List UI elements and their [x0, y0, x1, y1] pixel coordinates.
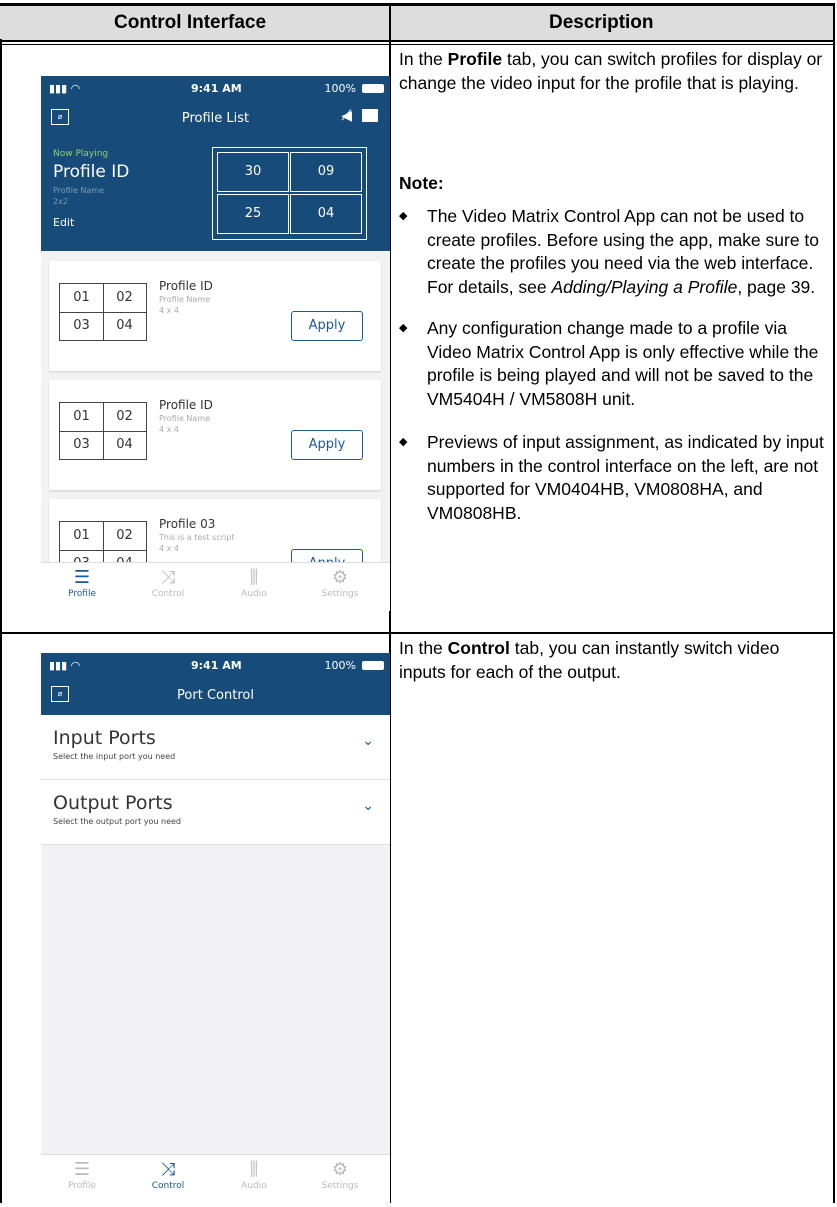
card-cell: 04: [116, 437, 133, 452]
tab-bar: ☰ Profile ⤨ Control ⫼ Audio ⚙ Settings: [41, 562, 390, 611]
gear-icon: ⚙: [331, 1159, 349, 1180]
table-right-border: [833, 3, 835, 1203]
current-profile-name: Profile Name: [53, 186, 105, 195]
preview-cell: 30: [217, 152, 289, 192]
output-ports-section[interactable]: Output Ports Select the output port you …: [41, 780, 390, 845]
edit-button[interactable]: Edit: [53, 216, 74, 229]
nav-title: Profile List: [181, 111, 250, 126]
input-ports-section[interactable]: Input Ports Select the input port you ne…: [41, 715, 390, 780]
signal-icon: ▮▮▮ ◠: [49, 659, 81, 672]
card-title: Profile ID: [159, 279, 213, 293]
battery-icon: [362, 661, 384, 670]
section-subtitle: Select the output port you need: [53, 817, 181, 826]
current-profile-id: Profile ID: [53, 162, 130, 182]
card-preview-grid: 01 02 03 04: [59, 283, 147, 341]
card-cell: 01: [60, 403, 104, 432]
chevron-down-icon[interactable]: ⌄: [362, 733, 374, 749]
list-icon: ☰: [73, 1159, 91, 1180]
current-layout: 2x2: [53, 197, 68, 206]
battery-icon: [362, 84, 384, 93]
list-icon: ☰: [73, 567, 91, 588]
tab-settings[interactable]: ⚙ Settings: [305, 567, 375, 599]
tab-audio[interactable]: ⫼ Audio: [219, 1159, 289, 1191]
card-subtitle: Profile Name: [159, 295, 211, 304]
section-subtitle: Select the input port you need: [53, 752, 176, 761]
profile-list-screenshot: ▮▮▮ ◠ 9:41 AM 100% ⌀ Profile List ◀̸ Now…: [41, 76, 390, 611]
chevron-down-icon[interactable]: ⌄: [362, 798, 374, 814]
card-cell: 01: [60, 284, 104, 313]
preview-cell: 04: [290, 194, 362, 234]
port-control-screenshot: ▮▮▮ ◠ 9:41 AM 100% ⌀ Port Control Input …: [41, 653, 390, 1203]
gear-icon: ⚙: [331, 567, 349, 588]
status-time: 9:41 AM: [191, 82, 242, 95]
profile-card[interactable]: 01 02 03 04 Profile ID Profile Name 4 x …: [49, 261, 381, 371]
table-header: Control Interface Description: [0, 3, 834, 42]
profile-description: In the Profile tab, you can switch profi…: [399, 49, 823, 93]
status-bar: ▮▮▮ ◠ 9:41 AM 100%: [41, 653, 390, 679]
tab-audio[interactable]: ⫼ Audio: [219, 567, 289, 599]
apply-button[interactable]: Apply: [291, 430, 363, 460]
shuffle-icon: ⤨: [160, 1159, 176, 1180]
current-preview-grid: 30 09 25 04: [212, 147, 367, 240]
card-size: 4 x 4: [159, 544, 179, 553]
card-cell: 02: [103, 284, 146, 313]
screen-off-icon[interactable]: [362, 109, 378, 122]
card-preview-grid: 01 02 03 04: [59, 402, 147, 460]
card-cell: 04: [116, 318, 133, 333]
card-cell: 02: [103, 403, 146, 432]
nav-title: Port Control: [177, 688, 254, 703]
status-time: 9:41 AM: [191, 659, 242, 672]
shuffle-icon: ⤨: [160, 567, 176, 588]
apply-button[interactable]: Apply: [291, 311, 363, 341]
card-title: Profile ID: [159, 398, 213, 412]
section-title: Input Ports: [53, 727, 156, 749]
mute-icon[interactable]: ◀̸: [341, 108, 352, 124]
feature-table: Control Interface Description In the Pro…: [0, 3, 835, 1203]
status-bar: ▮▮▮ ◠ 9:41 AM 100%: [41, 76, 390, 102]
header-description: Description: [549, 12, 654, 33]
table-left-border: [0, 39, 2, 1203]
now-playing-label: Now Playing: [53, 149, 109, 159]
audio-wave-icon: ⫼: [249, 567, 259, 588]
battery-text: 100%: [324, 659, 356, 672]
signal-icon: ▮▮▮ ◠: [49, 82, 81, 95]
section-title: Output Ports: [53, 792, 173, 814]
tab-control[interactable]: ⤨ Control: [133, 1159, 203, 1191]
tab-settings[interactable]: ⚙ Settings: [305, 1159, 375, 1191]
card-cell: 03: [60, 312, 104, 340]
preview-cell: 09: [290, 152, 362, 192]
note-label: Note:: [399, 173, 444, 193]
card-subtitle: This is a test script: [159, 533, 235, 542]
row-divider: [0, 632, 835, 634]
audio-wave-icon: ⫼: [249, 1159, 259, 1180]
tab-control[interactable]: ⤨ Control: [133, 567, 203, 599]
profile-card[interactable]: 01 02 03 04 Profile ID Profile Name 4 x …: [49, 380, 381, 490]
card-cell: 02: [103, 522, 146, 551]
card-size: 4 x 4: [159, 425, 179, 434]
tab-profile[interactable]: ☰ Profile: [47, 1159, 117, 1191]
card-title: Profile 03: [159, 517, 216, 531]
control-description: In the Control tab, you can instantly sw…: [399, 638, 780, 682]
tab-bar: ☰ Profile ⤨ Control ⫼ Audio ⚙ Settings: [41, 1154, 390, 1203]
header-control-interface: Control Interface: [114, 12, 267, 33]
battery-text: 100%: [324, 82, 356, 95]
header-double-rule: [0, 44, 835, 45]
card-size: 4 x 4: [159, 306, 179, 315]
card-subtitle: Profile Name: [159, 414, 211, 423]
preview-cell: 25: [217, 194, 289, 234]
card-cell: 01: [60, 522, 104, 551]
tab-profile[interactable]: ☰ Profile: [47, 567, 117, 599]
card-cell: 03: [60, 431, 104, 459]
